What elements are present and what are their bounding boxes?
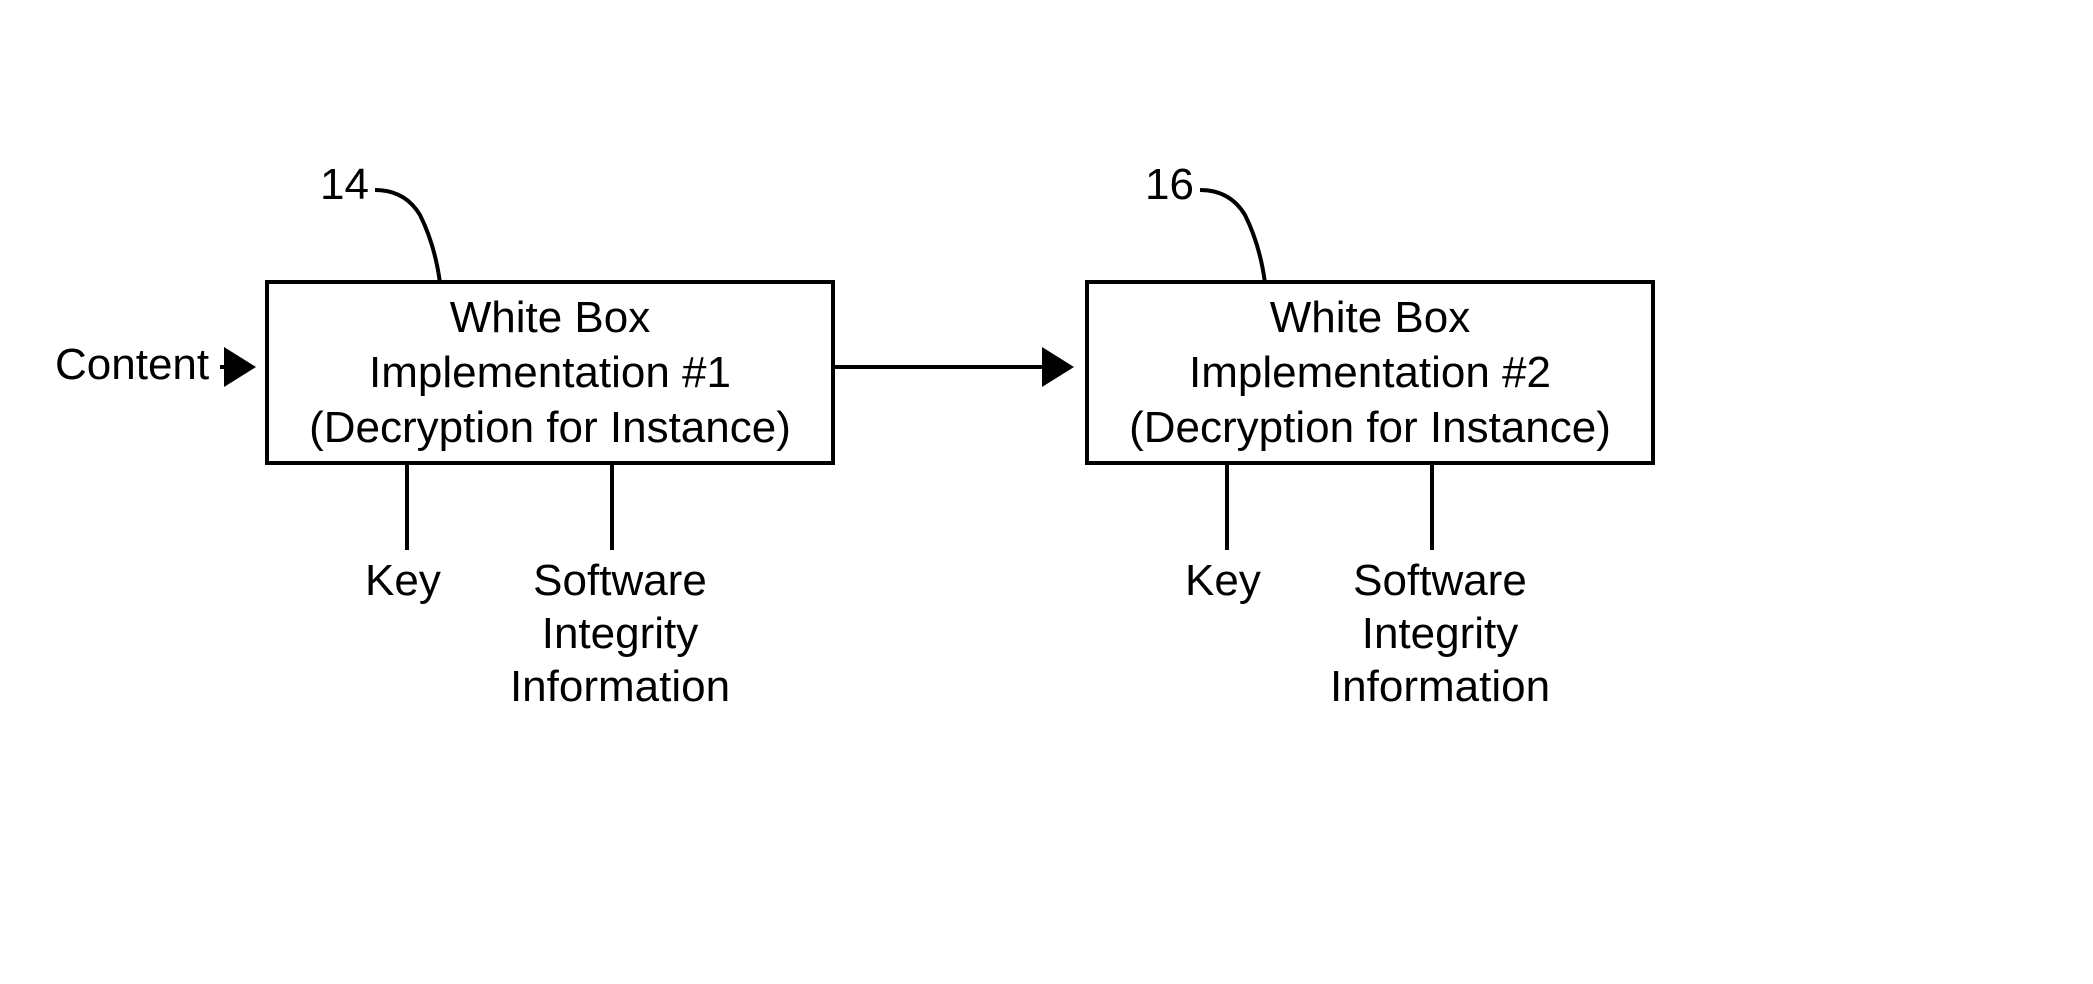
key-label-2: Key [1185, 555, 1261, 608]
software-label-2: Software Integrity Information [1320, 555, 1560, 713]
software2-line3: Information [1320, 661, 1560, 714]
box1-line1: White Box [450, 290, 651, 345]
software2-line1: Software [1320, 555, 1560, 608]
line-box1-software [610, 465, 614, 550]
white-box-2: White Box Implementation #2 (Decryption … [1085, 280, 1655, 465]
arrow-content-to-box1 [220, 362, 270, 392]
content-input-label: Content [55, 340, 209, 390]
software2-line2: Integrity [1320, 608, 1560, 661]
line-box2-software [1430, 465, 1434, 550]
block-diagram: Content 14 White Box Implementation #1 (… [55, 130, 2035, 850]
white-box-1: White Box Implementation #1 (Decryption … [265, 280, 835, 465]
box2-line3: (Decryption for Instance) [1129, 400, 1611, 455]
software1-line3: Information [500, 661, 740, 714]
box2-line1: White Box [1270, 290, 1471, 345]
ref-num-16: 16 [1145, 160, 1194, 210]
software1-line2: Integrity [500, 608, 740, 661]
line-box1-key [405, 465, 409, 550]
ref-line-14 [370, 175, 460, 290]
arrow-box1-to-box2 [835, 362, 1085, 392]
line-box2-key [1225, 465, 1229, 550]
software1-line1: Software [500, 555, 740, 608]
key-label-1: Key [365, 555, 441, 608]
software-label-1: Software Integrity Information [500, 555, 740, 713]
box2-line2: Implementation #2 [1189, 345, 1551, 400]
ref-line-16 [1195, 175, 1285, 290]
box1-line2: Implementation #1 [369, 345, 731, 400]
ref-num-14: 14 [320, 160, 369, 210]
box1-line3: (Decryption for Instance) [309, 400, 791, 455]
